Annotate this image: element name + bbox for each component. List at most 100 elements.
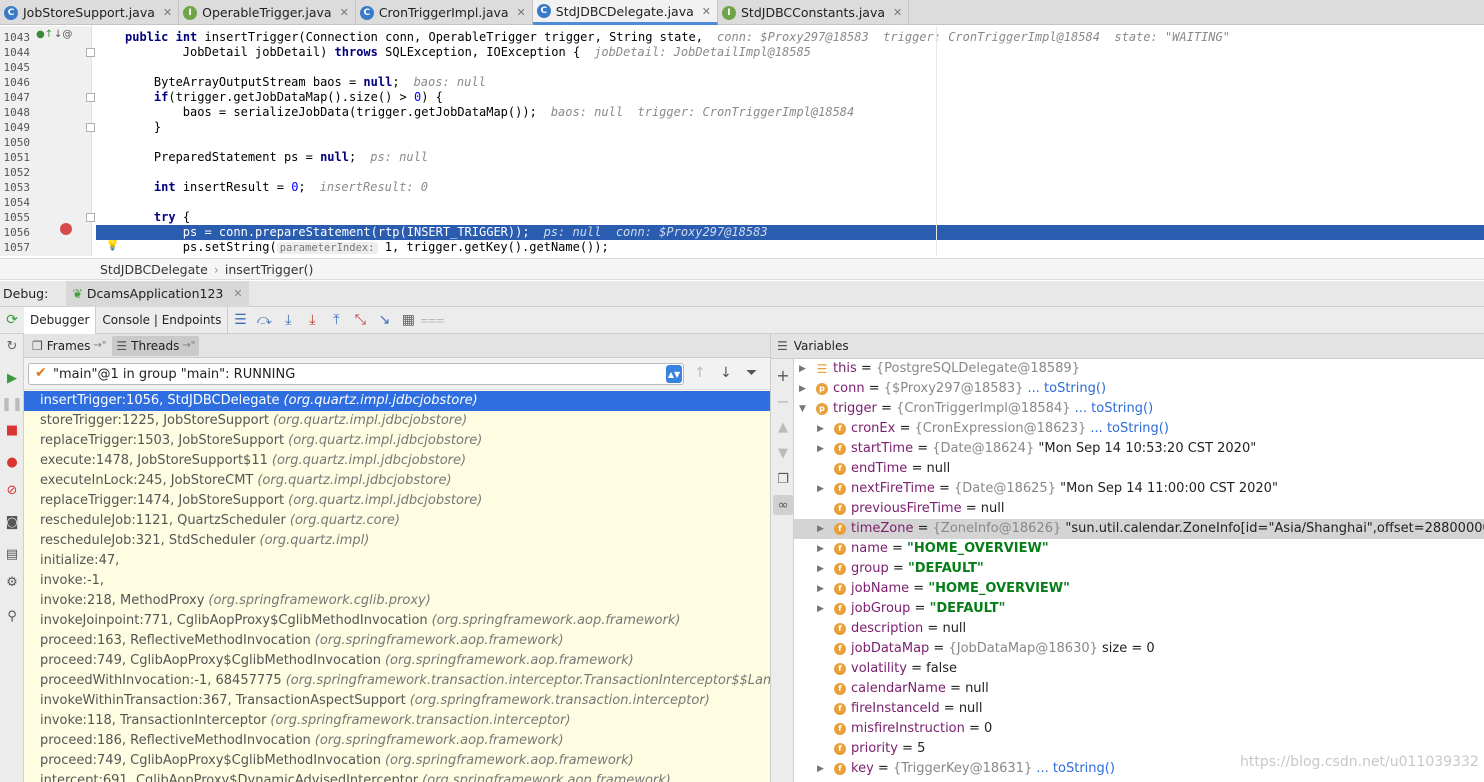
stack-frame[interactable]: intercept:691, CglibAopProxy$DynamicAdvi… [24, 771, 770, 782]
variable-row[interactable]: f jobDataMap = {JobDataMap@18630} size = … [794, 639, 1484, 659]
override-marker-icon[interactable]: ●↑ [36, 29, 53, 40]
chevron-right-icon[interactable]: ▶ [799, 359, 809, 379]
editor-tab[interactable]: C CronTriggerImpl.java ✕ [356, 0, 533, 25]
fold-marker-icon[interactable] [86, 123, 95, 132]
view-breakpoints-icon[interactable]: ● [2, 452, 22, 472]
stack-frame[interactable]: storeTrigger:1225, JobStoreSupport (org.q… [24, 411, 770, 431]
add-watch-icon[interactable]: + [773, 365, 793, 385]
tab-debugger[interactable]: Debugger [24, 306, 97, 334]
variable-row[interactable]: ▼ p trigger = {CronTriggerImpl@18584} ... … [794, 399, 1484, 419]
stop-icon[interactable]: ■ [2, 420, 22, 440]
fold-marker-icon[interactable] [86, 93, 95, 102]
thread-dropdown[interactable]: ✔ "main"@1 in group "main": RUNNING ▲▼ [28, 363, 684, 385]
editor-tab[interactable]: C JobStoreSupport.java ✕ [0, 0, 180, 25]
show-execution-point-icon[interactable]: ☰ [229, 309, 251, 331]
variable-row[interactable]: ▶ f group = "DEFAULT" [794, 559, 1484, 579]
stack-frame[interactable]: invokeWithinTransaction:367, Transaction… [24, 691, 770, 711]
variable-row[interactable]: f previousFireTime = null [794, 499, 1484, 519]
breakpoint-icon[interactable] [60, 223, 72, 235]
variable-row[interactable]: f fireInstanceId = null [794, 699, 1484, 719]
breadcrumb-method[interactable]: insertTrigger() [225, 262, 314, 277]
to-string-link[interactable]: ... toString() [1036, 761, 1115, 776]
drop-frame-icon[interactable]: ⤡ [349, 309, 371, 331]
variable-row[interactable]: ▶ ☰ this = {PostgreSQLDelegate@18589} [794, 359, 1484, 379]
filter-icon[interactable]: ⏷ [746, 365, 757, 381]
variable-row[interactable]: ▶ f timeZone = {ZoneInfo@18626} "sun.util.… [794, 519, 1484, 539]
editor-gutter[interactable]: 1043 1044 1045 1046 1047 1048 1049 1050 1051 1052… [0, 26, 120, 256]
variable-row[interactable]: f misfireInstruction = 0 [794, 719, 1484, 739]
close-icon[interactable]: ✕ [233, 287, 242, 300]
stack-frame[interactable]: invokeJoinpoint:771, CglibAopProxy$Cglib… [24, 611, 770, 631]
variable-row[interactable]: ▶ p conn = {$Proxy297@18583} ... toString(… [794, 379, 1484, 399]
stack-frame[interactable]: invoke:-1, [24, 571, 770, 591]
variable-row[interactable]: ▶ f nextFireTime = {Date@18625} "Mon Sep 1… [794, 479, 1484, 499]
trace-stream-icon[interactable]: ⩶ [420, 309, 444, 331]
rerun-icon[interactable]: ⟳ [1, 309, 23, 331]
stack-frame[interactable]: proceed:186, ReflectiveMethodInvocation(… [24, 731, 770, 751]
variable-row[interactable]: f endTime = null [794, 459, 1484, 479]
chevron-right-icon[interactable]: ▶ [817, 479, 827, 499]
stack-frame[interactable]: proceed:163, ReflectiveMethodInvocation(… [24, 631, 770, 651]
stack-frame[interactable]: invoke:218, MethodProxy (org.springframew… [24, 591, 770, 611]
restore-layout-icon[interactable]: ↻ [2, 336, 22, 356]
watches-toggle-icon[interactable]: ∞ [773, 495, 793, 515]
editor-tab[interactable]: I OperableTrigger.java ✕ [179, 0, 356, 25]
fold-marker-icon[interactable] [86, 213, 95, 222]
editor-tab[interactable]: I StdJDBCConstants.java ✕ [718, 0, 910, 25]
camera-icon[interactable]: ◙ [2, 512, 22, 532]
close-icon[interactable]: ✕ [517, 6, 526, 19]
stack-frame[interactable]: proceed:749, CglibAopProxy$CglibMethodIn… [24, 651, 770, 671]
next-frame-icon[interactable]: ↓ [720, 365, 732, 381]
debug-session-tab[interactable]: ❦ DcamsApplication123 ✕ [66, 280, 249, 307]
remove-watch-icon[interactable]: − [773, 391, 793, 411]
variable-row[interactable]: ▶ f startTime = {Date@18624} "Mon Sep 14 1… [794, 439, 1484, 459]
variable-row[interactable]: f volatility = false [794, 659, 1484, 679]
chevron-right-icon[interactable]: ▶ [817, 759, 827, 779]
previous-frame-icon[interactable]: ↑ [694, 365, 706, 381]
stack-frame[interactable]: execute:1478, JobStoreSupport$11 (org.qua… [24, 451, 770, 471]
mute-breakpoints-icon[interactable]: ⊘ [2, 480, 22, 500]
stack-frame[interactable]: replaceTrigger:1474, JobStoreSupport (org… [24, 491, 770, 511]
chevron-right-icon[interactable]: ▶ [817, 579, 827, 599]
stack-frame[interactable]: proceed:749, CglibAopProxy$CglibMethodIn… [24, 751, 770, 771]
resume-icon[interactable]: ▶ [2, 368, 22, 388]
move-up-icon[interactable]: ▲ [773, 417, 793, 437]
run-to-cursor-icon[interactable]: ↘ [373, 309, 395, 331]
close-icon[interactable]: ✕ [702, 5, 711, 18]
step-out-icon[interactable]: ⤒ [325, 309, 347, 331]
annotation-marker-icon[interactable]: ↓@ [54, 29, 72, 40]
chevron-right-icon[interactable]: ▶ [817, 419, 827, 439]
code-area[interactable]: public int insertTrigger(Connection conn… [96, 26, 1484, 256]
stack-frame[interactable]: initialize:47, [24, 551, 770, 571]
step-over-icon[interactable]: ⤼ [253, 309, 275, 331]
pin-icon[interactable]: ⚲ [2, 606, 22, 626]
variable-row[interactable]: f description = null [794, 619, 1484, 639]
variable-row[interactable]: ▶ f name = "HOME_OVERVIEW" [794, 539, 1484, 559]
copy-icon[interactable]: ❐ [773, 469, 793, 489]
stack-frame[interactable]: rescheduleJob:1121, QuartzScheduler (org.… [24, 511, 770, 531]
chevron-right-icon[interactable]: ▶ [817, 539, 827, 559]
chevron-down-icon[interactable]: ▼ [799, 399, 809, 419]
chevron-right-icon[interactable]: ▶ [817, 559, 827, 579]
move-down-icon[interactable]: ▼ [773, 443, 793, 463]
code-editor[interactable]: 1043 1044 1045 1046 1047 1048 1049 1050 1051 1052… [0, 26, 1484, 256]
close-icon[interactable]: ✕ [340, 6, 349, 19]
chevron-right-icon[interactable]: ▶ [799, 379, 809, 399]
fold-marker-icon[interactable] [86, 48, 95, 57]
close-icon[interactable]: ✕ [893, 6, 902, 19]
breadcrumb-class[interactable]: StdJDBCDelegate [100, 262, 208, 277]
stack-frame[interactable]: replaceTrigger:1503, JobStoreSupport (org… [24, 431, 770, 451]
editor-tab[interactable]: C StdJDBCDelegate.java ✕ [532, 0, 718, 25]
settings-icon[interactable]: ⚙ [2, 572, 22, 592]
stack-frame[interactable]: rescheduleJob:321, StdScheduler (org.quar… [24, 531, 770, 551]
tab-console-endpoints[interactable]: Console | Endpoints [96, 306, 229, 334]
variable-row[interactable]: ▶ f jobGroup = "DEFAULT" [794, 599, 1484, 619]
variable-row[interactable]: ▶ f jobName = "HOME_OVERVIEW" [794, 579, 1484, 599]
chevron-right-icon[interactable]: ▶ [817, 519, 827, 539]
tab-frames[interactable]: ❐ Frames →" [28, 336, 110, 356]
chevron-updown-icon[interactable]: ▲▼ [666, 365, 682, 383]
to-string-link[interactable]: ... toString() [1075, 401, 1154, 416]
to-string-link[interactable]: ... toString() [1028, 381, 1107, 396]
evaluate-expression-icon[interactable]: ▦ [397, 309, 419, 331]
to-string-link[interactable]: ... toString() [1090, 421, 1169, 436]
